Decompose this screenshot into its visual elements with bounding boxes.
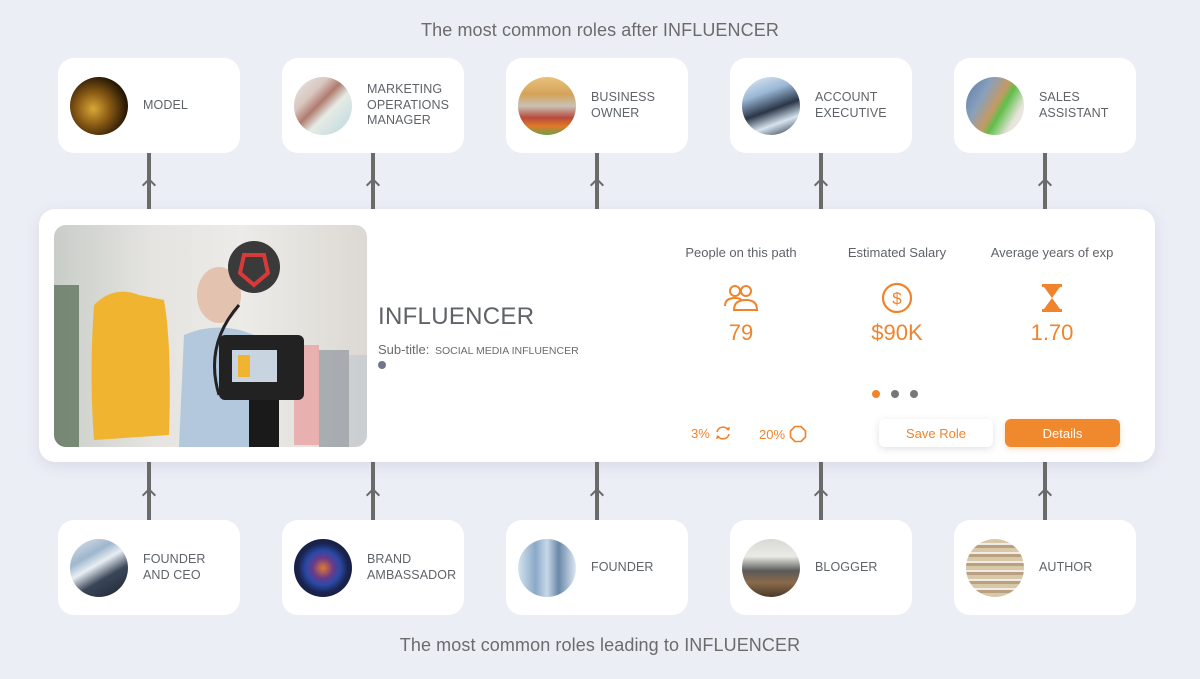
dollar-circle-icon: $ (822, 282, 972, 314)
blogger-avatar (742, 538, 800, 597)
stat-label: People on this path (685, 245, 797, 260)
previous-role-card-blogger[interactable]: BLOGGER (730, 520, 912, 615)
influencer-photo (54, 225, 367, 447)
pager-dot-3[interactable] (910, 390, 918, 398)
account-executive-avatar (742, 76, 800, 135)
metric-value: 3% (691, 425, 710, 441)
brand-ambassador-avatar (294, 538, 352, 597)
business-owner-avatar (518, 76, 576, 135)
people-icon (666, 282, 816, 314)
stat-value: 1.70 (1030, 320, 1074, 345)
arrow-up-icon (589, 487, 605, 503)
stat-label: Estimated Salary (847, 245, 947, 260)
arrow-up-icon (365, 177, 381, 193)
role-label: FOUNDER (591, 559, 654, 574)
next-role-card-account-executive[interactable]: ACCOUNT EXECUTIVE (730, 58, 912, 153)
carousel-pager (872, 390, 918, 398)
stat-label: Average years of exp (990, 245, 1114, 260)
model-avatar (70, 76, 128, 135)
connector-arrow (813, 153, 829, 210)
author-avatar (966, 538, 1024, 597)
circle-metric: 20% (759, 425, 807, 443)
role-label: BUSINESS OWNER (591, 90, 656, 120)
founder-avatar (518, 538, 576, 597)
role-title: INFLUENCER (378, 303, 535, 330)
pager-dot-2[interactable] (891, 390, 899, 398)
connector-arrow (1037, 153, 1053, 210)
stat-people-on-path: People on this path 79 (666, 245, 816, 346)
connector-arrow (1037, 462, 1053, 520)
previous-role-card-author[interactable]: AUTHOR (954, 520, 1136, 615)
sales-assistant-avatar (966, 76, 1024, 135)
arrow-up-icon (813, 487, 829, 503)
connector-arrow (813, 462, 829, 520)
role-label: ACCOUNT EXECUTIVE (815, 90, 887, 120)
stat-average-experience: Average years of exp 1.70 (977, 245, 1127, 346)
previous-role-card-founder[interactable]: FOUNDER (506, 520, 688, 615)
arrow-up-icon (813, 177, 829, 193)
arrow-up-icon (141, 487, 157, 503)
connector-arrow (141, 462, 157, 520)
founder-ceo-avatar (70, 538, 128, 597)
previous-roles-heading: The most common roles leading to INFLUEN… (399, 635, 801, 655)
role-label: MODEL (143, 97, 188, 112)
next-role-card-marketing-operations-manager[interactable]: MARKETING OPERATIONS MANAGER (282, 58, 464, 153)
circle-icon (789, 425, 807, 443)
previous-role-card-brand-ambassador[interactable]: BRAND AMBASSADOR (282, 520, 464, 615)
role-label: FOUNDER AND CEO (143, 552, 206, 582)
marketing-avatar (294, 76, 352, 135)
subtitle-label: Sub-title: (378, 342, 430, 357)
role-label: AUTHOR (1039, 559, 1093, 574)
connector-arrow (365, 153, 381, 210)
previous-role-card-founder-and-ceo[interactable]: FOUNDER AND CEO (58, 520, 240, 615)
next-role-card-model[interactable]: MODEL (58, 58, 240, 153)
stat-estimated-salary: Estimated Salary $ $90K (822, 245, 972, 346)
next-roles-row: MODEL MARKETING OPERATIONS MANAGER BUSIN… (0, 58, 1200, 153)
hourglass-icon (977, 282, 1127, 314)
details-button[interactable]: Details (1005, 419, 1120, 447)
metric-value: 20% (759, 426, 786, 442)
rotation-metric: 3% (691, 425, 732, 441)
next-role-card-sales-assistant[interactable]: SALES ASSISTANT (954, 58, 1136, 153)
connector-arrow (141, 153, 157, 210)
status-dot (378, 361, 386, 369)
save-role-button[interactable]: Save Role (879, 419, 993, 447)
influencer-camera-illustration (54, 241, 367, 447)
connector-arrow (589, 462, 605, 520)
previous-roles-row: FOUNDER AND CEO BRAND AMBASSADOR FOUNDER… (0, 520, 1200, 615)
arrow-up-icon (589, 177, 605, 193)
subtitle-value: SOCIAL MEDIA INFLUENCER (434, 345, 579, 357)
arrow-up-icon (1037, 177, 1053, 193)
arrow-up-icon (1037, 487, 1053, 503)
stat-value: $90K (871, 320, 923, 345)
connector-arrow (365, 462, 381, 520)
stat-value: 79 (728, 320, 754, 345)
current-role-card: INFLUENCER Sub-title: SOCIAL MEDIA INFLU… (39, 209, 1155, 462)
role-label: BRAND AMBASSADOR (367, 552, 457, 582)
svg-text:$: $ (892, 289, 902, 308)
next-role-card-business-owner[interactable]: BUSINESS OWNER (506, 58, 688, 153)
role-subtitle: Sub-title: SOCIAL MEDIA INFLUENCER (378, 342, 579, 357)
arrow-up-icon (365, 487, 381, 503)
connector-arrow (589, 153, 605, 210)
pager-dot-1[interactable] (872, 390, 880, 398)
role-label: MARKETING OPERATIONS MANAGER (367, 82, 450, 128)
role-label: SALES ASSISTANT (1039, 90, 1109, 120)
next-roles-heading: The most common roles after INFLUENCER (421, 20, 779, 40)
rotate-icon (715, 426, 730, 440)
arrow-up-icon (141, 177, 157, 193)
role-label: BLOGGER (815, 559, 878, 574)
